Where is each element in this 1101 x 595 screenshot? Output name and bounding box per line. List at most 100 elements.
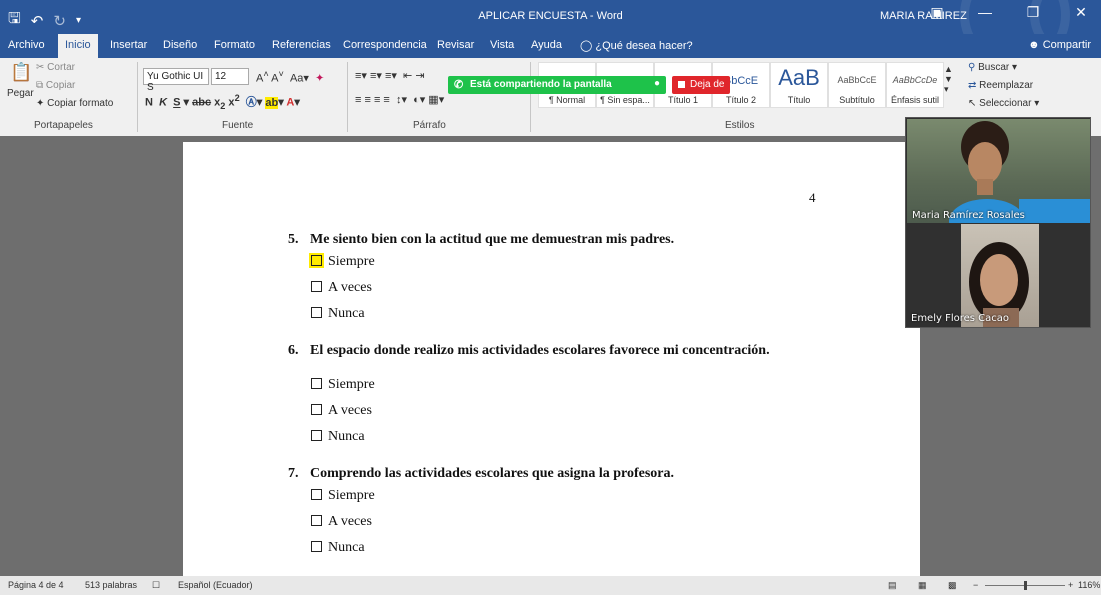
option-row: Siempre	[311, 488, 375, 504]
participant-name: Emely Flores Cacao	[911, 313, 1010, 324]
group-label-clipboard: Portapapeles	[34, 120, 93, 131]
styles-more-icon[interactable]: ▲ ▼ ▾	[944, 64, 953, 95]
tab-vista[interactable]: Vista	[490, 39, 514, 51]
list-tools[interactable]: ≡▾ ≡▾ ≡▾ ⇤ ⇥	[355, 69, 425, 82]
stop-sharing-button[interactable]: Deja de	[672, 76, 730, 94]
style-subtitle[interactable]: AaBbCcE Subtítulo	[828, 62, 886, 108]
web-layout-icon[interactable]: ▩	[948, 580, 957, 591]
word-count[interactable]: 513 palabras	[85, 580, 137, 590]
format-painter-label: Copiar formato	[47, 98, 114, 109]
cut-button[interactable]: ✂ Cortar	[36, 62, 75, 73]
find-button[interactable]: ⚲ Buscar ▾	[968, 62, 1017, 73]
copy-label: Copiar	[45, 80, 76, 91]
option-label: Siempre	[328, 488, 375, 503]
tab-ayuda[interactable]: Ayuda	[531, 39, 562, 51]
tab-revisar[interactable]: Revisar	[437, 39, 474, 51]
font-size-select[interactable]: 12	[211, 68, 249, 85]
option-row: Siempre	[311, 254, 375, 270]
tab-insertar[interactable]: Insertar	[110, 39, 147, 51]
page-number: 4	[809, 190, 816, 205]
video-tile[interactable]: Maria Ramírez Rosales	[907, 119, 1090, 223]
group-separator	[347, 62, 348, 132]
screen-share-message: Está compartiendo la pantalla	[470, 79, 612, 90]
scissors-icon: ✂	[36, 62, 45, 73]
group-separator	[530, 62, 531, 132]
window-controls: ▣ — ❐ ✕	[923, 4, 1095, 21]
format-painter-button[interactable]: ✦ Copiar formato	[36, 98, 113, 109]
copy-button[interactable]: ⧉ Copiar	[36, 80, 75, 91]
style-name: Subtítulo	[839, 95, 875, 105]
share-label: Compartir	[1042, 39, 1091, 51]
proofing-icon[interactable]: ☐	[152, 580, 160, 591]
document-page[interactable]: 4 5. Me siento bien con la actitud que me…	[183, 142, 920, 576]
restore-icon[interactable]: ❐	[1019, 4, 1047, 21]
read-mode-icon[interactable]: ▤	[888, 580, 897, 591]
replace-button[interactable]: ⇄ Reemplazar	[968, 80, 1033, 91]
language[interactable]: Español (Ecuador)	[178, 580, 253, 590]
tell-me-search[interactable]: ◯ ¿Qué desea hacer?	[580, 39, 693, 52]
question-number: 6.	[288, 343, 299, 358]
screen-share-banner: ✆ Está compartiendo la pantalla ●	[448, 76, 666, 94]
share-button[interactable]: ☻ Compartir	[1028, 39, 1091, 51]
zoom-out-icon[interactable]: −	[973, 580, 978, 590]
style-name: ¶ Sin espa...	[600, 95, 650, 105]
search-icon: ⚲	[968, 62, 976, 73]
phone-icon: ✆	[454, 79, 464, 91]
checkbox[interactable]	[311, 430, 322, 441]
checkbox[interactable]	[311, 255, 322, 266]
tab-correspondencia[interactable]: Correspondencia	[343, 39, 427, 51]
option-label: A veces	[328, 403, 372, 418]
checkbox[interactable]	[311, 489, 322, 500]
question-number: 5.	[288, 232, 299, 247]
option-label: Nunca	[328, 540, 365, 555]
option-label: Nunca	[328, 429, 365, 444]
tab-referencias[interactable]: Referencias	[272, 39, 331, 51]
style-title[interactable]: AaB Título	[770, 62, 828, 108]
paste-icon[interactable]: 📋	[10, 62, 32, 83]
checkbox[interactable]	[311, 541, 322, 552]
style-name: ¶ Normal	[548, 95, 586, 105]
alignment-tools[interactable]: ≡ ≡ ≡ ≡ ↕▾ ◐▾ ▦▾	[355, 93, 444, 106]
zoom-in-icon[interactable]: +	[1068, 580, 1073, 590]
close-icon[interactable]: ✕	[1067, 4, 1095, 21]
zoom-level[interactable]: 116%	[1078, 580, 1100, 590]
checkbox[interactable]	[311, 404, 322, 415]
checkbox[interactable]	[311, 307, 322, 318]
font-size-tools[interactable]: A˄ A˅ Aa▾ ✦	[256, 69, 324, 85]
question-number: 7.	[288, 466, 299, 481]
group-separator	[137, 62, 138, 132]
question-text: Comprendo las actividades escolares que …	[310, 466, 675, 481]
tell-me-text: ¿Qué desea hacer?	[595, 40, 693, 52]
tab-archivo[interactable]: Archivo	[8, 39, 45, 51]
group-label-styles: Estilos	[725, 120, 755, 131]
minimize-icon[interactable]: —	[971, 4, 999, 21]
tab-formato[interactable]: Formato	[214, 39, 255, 51]
select-button[interactable]: ↖ Seleccionar ▾	[968, 98, 1039, 109]
checkbox[interactable]	[311, 378, 322, 389]
question-text: Me siento bien con la actitud que me dem…	[310, 232, 675, 247]
zoom-slider-thumb[interactable]	[1024, 581, 1027, 590]
style-sample: AaB	[778, 65, 820, 90]
tab-inicio[interactable]: Inicio	[58, 34, 98, 58]
cut-label: Cortar	[47, 62, 75, 73]
shield-icon: ●	[653, 78, 660, 89]
find-label: Buscar	[978, 62, 1010, 73]
font-family-select[interactable]: Yu Gothic UI S	[143, 68, 209, 93]
option-row: A veces	[311, 514, 372, 530]
video-tile[interactable]	[961, 224, 1039, 327]
font-format-tools[interactable]: N K S ▾ abc x2 x2 Ⓐ▾ ab▾ A▾	[145, 93, 300, 111]
paste-button[interactable]: Pegar	[7, 88, 34, 99]
tab-diseno[interactable]: Diseño	[163, 39, 197, 51]
page-count[interactable]: Página 4 de 4	[8, 580, 64, 590]
style-name: Énfasis sutil	[890, 95, 940, 105]
style-name: Título 1	[667, 95, 698, 105]
title-bar: 🖫 ↶ ↻ ▾ APLICAR ENCUESTA - Word MARIA RA…	[0, 0, 1101, 70]
option-row: Siempre	[311, 377, 375, 393]
checkbox[interactable]	[311, 515, 322, 526]
checkbox[interactable]	[311, 281, 322, 292]
print-layout-icon[interactable]: ▦	[918, 580, 927, 591]
style-subtle-emphasis[interactable]: AaBbCcDe Énfasis sutil	[886, 62, 944, 108]
copy-icon: ⧉	[36, 80, 44, 91]
ribbon-display-icon[interactable]: ▣	[923, 4, 951, 21]
status-bar: Página 4 de 4 513 palabras ☐ Español (Ec…	[0, 576, 1101, 595]
